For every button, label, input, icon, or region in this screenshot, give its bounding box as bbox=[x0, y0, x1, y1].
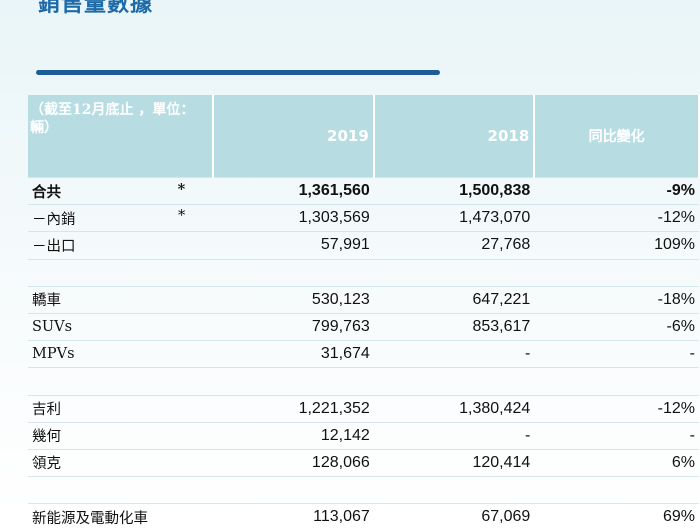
yoy-change-cell: -12% bbox=[534, 205, 699, 232]
value-2018-cell: - bbox=[374, 341, 535, 368]
value-2019-cell: 31,674 bbox=[213, 341, 374, 368]
row-label: 吉利 bbox=[32, 402, 61, 418]
table-row: 吉利 1,221,3521,380,424-12% bbox=[28, 395, 699, 422]
sales-volume-table: （截至12月底止 ，單位：輛） 2019 2018 同比變化 * 合共 1,361,… bbox=[28, 95, 700, 530]
value-2019-cell: 799,763 bbox=[213, 313, 374, 340]
value-2019-cell: 1,361,560 bbox=[213, 178, 374, 205]
row-label: －內銷 bbox=[32, 212, 76, 228]
footnote-marker: * bbox=[178, 181, 186, 198]
header-unit-label: （截至12月底止 ，單位：輛） bbox=[28, 95, 213, 178]
yoy-change-cell: -9% bbox=[534, 178, 699, 205]
yoy-change-cell: - bbox=[534, 422, 699, 449]
yoy-change-cell: -18% bbox=[534, 286, 699, 313]
header-2019: 2019 bbox=[213, 95, 374, 178]
value-2018-cell: 67,069 bbox=[374, 504, 535, 530]
row-label-cell: －出口 bbox=[28, 232, 213, 259]
row-label-cell: * －內銷 bbox=[28, 205, 213, 232]
yoy-change-cell: - bbox=[534, 341, 699, 368]
spacer-cell bbox=[534, 477, 699, 504]
table-row: 新能源及電動化車 113,06767,06969% bbox=[28, 504, 699, 530]
table-body: * 合共 1,361,5601,500,838-9% * －內銷 1,303,5691,4… bbox=[28, 178, 699, 530]
table-row: SUVs 799,763853,617-6% bbox=[28, 313, 699, 340]
yoy-change-cell: 6% bbox=[534, 449, 699, 476]
page-title: 銷售量數據 bbox=[38, 0, 153, 18]
yoy-change-cell: -12% bbox=[534, 395, 699, 422]
value-2018-cell: 1,380,424 bbox=[374, 395, 535, 422]
table-row: －出口 57,99127,768109% bbox=[28, 232, 699, 259]
yoy-change-cell: -6% bbox=[534, 313, 699, 340]
value-2018-cell: 120,414 bbox=[374, 449, 535, 476]
row-label: －出口 bbox=[32, 239, 76, 255]
table-row: MPVs31,674-- bbox=[28, 341, 699, 368]
row-label-cell: * 合共 bbox=[28, 178, 213, 205]
spacer-row bbox=[28, 259, 699, 286]
header-yoy-change: 同比變化 bbox=[534, 95, 699, 178]
row-label: MPVs bbox=[32, 346, 75, 362]
spacer-cell bbox=[534, 368, 699, 395]
row-label: 新能源及電動化車 bbox=[32, 511, 148, 527]
row-label-cell: 吉利 bbox=[28, 395, 213, 422]
table-row: 領克 128,066120,4146% bbox=[28, 449, 699, 476]
value-2019-cell: 1,303,569 bbox=[213, 205, 374, 232]
value-2018-cell: - bbox=[374, 422, 535, 449]
table-header-row: （截至12月底止 ，單位：輛） 2019 2018 同比變化 bbox=[28, 95, 699, 178]
spacer-cell bbox=[374, 477, 535, 504]
row-label: 合共 bbox=[32, 184, 61, 201]
value-2019-cell: 128,066 bbox=[213, 449, 374, 476]
yoy-change-cell: 69% bbox=[534, 504, 699, 530]
table-row: * －內銷 1,303,5691,473,070-12% bbox=[28, 205, 699, 232]
row-label-cell: MPVs bbox=[28, 341, 213, 368]
footnote-marker: * bbox=[178, 208, 185, 224]
row-label-cell: 新能源及電動化車 bbox=[28, 504, 213, 530]
value-2018-cell: 1,500,838 bbox=[374, 178, 535, 205]
row-label: 領克 bbox=[32, 456, 61, 472]
table-row: 幾何12,142-- bbox=[28, 422, 699, 449]
spacer-cell bbox=[28, 368, 213, 395]
row-label: 幾何 bbox=[32, 429, 61, 445]
value-2018-cell: 27,768 bbox=[374, 232, 535, 259]
value-2018-cell: 853,617 bbox=[374, 313, 535, 340]
row-label-cell: SUVs bbox=[28, 313, 213, 340]
row-label-cell: 轎車 bbox=[28, 286, 213, 313]
header-2018: 2018 bbox=[374, 95, 535, 178]
spacer-row bbox=[28, 368, 699, 395]
table-row: * 合共 1,361,5601,500,838-9% bbox=[28, 178, 699, 205]
value-2019-cell: 530,123 bbox=[213, 286, 374, 313]
spacer-cell bbox=[374, 259, 535, 286]
spacer-cell bbox=[28, 259, 213, 286]
table-row: 轎車 530,123647,221-18% bbox=[28, 286, 699, 313]
spacer-row bbox=[28, 477, 699, 504]
row-label: 轎車 bbox=[32, 293, 61, 309]
value-2019-cell: 1,221,352 bbox=[213, 395, 374, 422]
row-label-cell: 領克 bbox=[28, 449, 213, 476]
row-label: SUVs bbox=[32, 319, 72, 335]
spacer-cell bbox=[374, 368, 535, 395]
spacer-cell bbox=[213, 477, 374, 504]
value-2019-cell: 57,991 bbox=[213, 232, 374, 259]
row-label-cell: 幾何 bbox=[28, 422, 213, 449]
value-2019-cell: 12,142 bbox=[213, 422, 374, 449]
spacer-cell bbox=[213, 259, 374, 286]
spacer-cell bbox=[28, 477, 213, 504]
spacer-cell bbox=[213, 368, 374, 395]
title-underline bbox=[36, 70, 440, 75]
value-2018-cell: 1,473,070 bbox=[374, 205, 535, 232]
yoy-change-cell: 109% bbox=[534, 232, 699, 259]
value-2019-cell: 113,067 bbox=[213, 504, 374, 530]
spacer-cell bbox=[534, 259, 699, 286]
value-2018-cell: 647,221 bbox=[374, 286, 535, 313]
